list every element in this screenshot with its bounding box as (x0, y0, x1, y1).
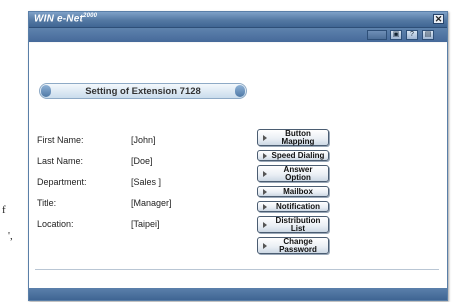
print-icon[interactable]: ▤ (422, 30, 434, 40)
extension-title: Setting of Extension 7128 (85, 86, 201, 97)
title-label: Title: (37, 198, 57, 208)
button-mapping-button[interactable]: Button Mapping (257, 129, 329, 146)
arrow-right-icon (263, 188, 267, 195)
location-value: [Taipei] (131, 219, 160, 229)
arrow-right-icon (263, 203, 267, 210)
title-value: [Manager] (131, 198, 172, 208)
mailbox-button[interactable]: Mailbox (257, 186, 329, 197)
status-bar (29, 288, 447, 300)
notification-button[interactable]: Notification (257, 201, 329, 212)
change-password-label: Change Password (279, 236, 317, 254)
first-name-value: [John] (131, 135, 156, 145)
location-label: Location: (37, 219, 74, 229)
toolbar: ▣ ? ▤ (29, 28, 447, 42)
speed-dialing-button[interactable]: Speed Dialing (257, 150, 329, 161)
distribution-list-button[interactable]: Distribution List (257, 216, 329, 233)
window-title: WIN e-Net2000 (34, 13, 98, 25)
arrow-right-icon (263, 242, 267, 249)
monitor-icon[interactable]: ▣ (390, 30, 402, 40)
extension-header: Setting of Extension 7128 (39, 83, 247, 99)
title-bar[interactable]: WIN e-Net2000 ✕ (29, 12, 447, 28)
answer-option-button[interactable]: Answer Option (257, 165, 329, 182)
header-right-cap (235, 85, 245, 97)
change-password-button[interactable]: Change Password (257, 237, 329, 254)
arrow-right-icon (263, 221, 267, 228)
department-label: Department: (37, 177, 87, 187)
content-panel: Setting of Extension 7128 First Name: [J… (29, 43, 447, 288)
arrow-right-icon (263, 152, 267, 159)
help-icon[interactable]: ? (406, 30, 418, 40)
mailbox-label: Mailbox (283, 186, 313, 196)
button-mapping-label: Button Mapping (281, 128, 315, 146)
last-name-label: Last Name: (37, 156, 84, 166)
first-name-label: First Name: (37, 135, 84, 145)
side-text-fragment: f ', (0, 198, 26, 248)
divider-line (35, 269, 439, 270)
speed-dialing-label: Speed Dialing (271, 150, 325, 160)
department-value: [Sales ] (131, 177, 162, 187)
toolbar-grip (367, 30, 387, 40)
side-text-line-2: ', (8, 230, 13, 242)
last-name-value: [Doe] (131, 156, 153, 166)
answer-option-label: Answer Option (283, 164, 313, 182)
notification-label: Notification (276, 201, 320, 211)
arrow-right-icon (263, 134, 267, 141)
distribution-list-label: Distribution List (275, 215, 321, 233)
app-window: WIN e-Net2000 ✕ ▣ ? ▤ Setting of Extensi… (28, 11, 448, 301)
arrow-right-icon (263, 170, 267, 177)
side-text-line-1: f (2, 204, 6, 216)
close-icon[interactable]: ✕ (433, 14, 444, 24)
